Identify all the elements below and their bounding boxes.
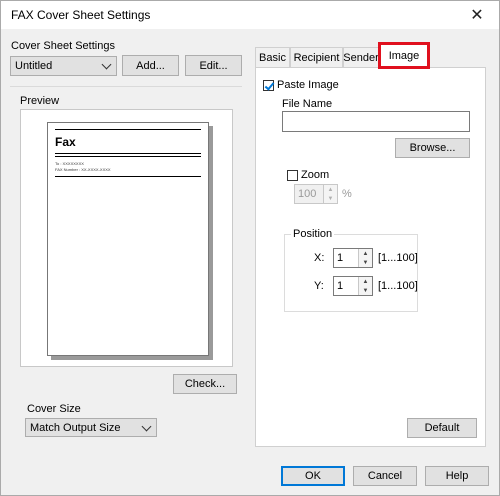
x-spin-buttons[interactable]: ▲ ▼ bbox=[358, 249, 372, 267]
page-rule bbox=[55, 176, 201, 177]
default-button[interactable]: Default bbox=[407, 418, 477, 438]
y-range: [1...100] bbox=[378, 280, 418, 292]
zoom-stepper[interactable]: 100 ▲ ▼ bbox=[294, 184, 338, 204]
zoom-checkbox[interactable] bbox=[287, 170, 298, 181]
x-stepper[interactable]: 1 ▲ ▼ bbox=[333, 248, 373, 268]
check-button[interactable]: Check... bbox=[173, 374, 237, 394]
preview-line-to: To : XXXXXXXX bbox=[55, 161, 84, 166]
preview-line-fax: FAX Number : XX-XXXX-XXXX bbox=[55, 167, 111, 172]
image-tab-panel: Paste Image File Name Browse... Zoom 100… bbox=[255, 67, 486, 447]
zoom-unit: % bbox=[342, 188, 352, 200]
preview-label: Preview bbox=[20, 95, 60, 107]
cover-size-label: Cover Size bbox=[27, 403, 81, 415]
help-button[interactable]: Help bbox=[425, 466, 489, 486]
cancel-button[interactable]: Cancel bbox=[353, 466, 417, 486]
y-value: 1 bbox=[337, 280, 344, 292]
title-bar: FAX Cover Sheet Settings ✕ bbox=[1, 1, 499, 29]
add-button[interactable]: Add... bbox=[122, 55, 179, 76]
paste-image-checkbox[interactable] bbox=[263, 80, 274, 91]
cover-sheet-selected: Untitled bbox=[15, 60, 53, 72]
ok-button[interactable]: OK bbox=[281, 466, 345, 486]
browse-button[interactable]: Browse... bbox=[395, 138, 470, 158]
close-icon[interactable]: ✕ bbox=[455, 1, 499, 29]
preview-page: Fax To : XXXXXXXX FAX Number : XX-XXXX-X… bbox=[47, 122, 209, 356]
preview-area: Fax To : XXXXXXXX FAX Number : XX-XXXX-X… bbox=[20, 109, 233, 367]
position-group bbox=[284, 234, 418, 312]
file-name-input[interactable] bbox=[282, 111, 470, 132]
x-range: [1...100] bbox=[378, 252, 418, 264]
spin-up-icon[interactable]: ▲ bbox=[359, 277, 372, 286]
chevron-down-icon bbox=[101, 59, 112, 70]
edit-button[interactable]: Edit... bbox=[185, 55, 242, 76]
dialog-window: FAX Cover Sheet Settings ✕ Cover Sheet S… bbox=[0, 0, 500, 496]
cover-sheet-settings-label: Cover Sheet Settings bbox=[11, 40, 115, 52]
tab-basic[interactable]: Basic bbox=[255, 47, 290, 67]
zoom-spin-buttons[interactable]: ▲ ▼ bbox=[323, 185, 337, 203]
chevron-down-icon bbox=[141, 421, 152, 431]
tab-sender[interactable]: Sender bbox=[343, 47, 379, 67]
spin-down-icon[interactable]: ▼ bbox=[324, 194, 337, 203]
cover-size-selected: Match Output Size bbox=[30, 421, 121, 434]
cover-size-select[interactable]: Match Output Size bbox=[25, 418, 157, 437]
file-name-label: File Name bbox=[282, 98, 333, 110]
tab-recipient[interactable]: Recipient bbox=[290, 47, 343, 67]
preview-page-title: Fax bbox=[55, 135, 76, 149]
y-stepper[interactable]: 1 ▲ ▼ bbox=[333, 276, 373, 296]
paste-image-label: Paste Image bbox=[277, 79, 339, 91]
cover-sheet-select[interactable]: Untitled bbox=[10, 56, 117, 76]
y-label: Y: bbox=[314, 280, 324, 292]
divider bbox=[10, 86, 242, 87]
zoom-value: 100 bbox=[298, 188, 317, 200]
spin-down-icon[interactable]: ▼ bbox=[359, 258, 372, 267]
x-value: 1 bbox=[337, 252, 344, 264]
position-label: Position bbox=[291, 228, 335, 240]
tab-image[interactable]: Image bbox=[378, 42, 430, 69]
spin-up-icon[interactable]: ▲ bbox=[324, 185, 337, 194]
window-title: FAX Cover Sheet Settings bbox=[11, 8, 151, 22]
y-spin-buttons[interactable]: ▲ ▼ bbox=[358, 277, 372, 295]
x-label: X: bbox=[314, 252, 325, 264]
page-rule bbox=[55, 156, 201, 157]
zoom-label: Zoom bbox=[301, 169, 330, 181]
spin-up-icon[interactable]: ▲ bbox=[359, 249, 372, 258]
page-rule bbox=[55, 129, 201, 130]
spin-down-icon[interactable]: ▼ bbox=[359, 286, 372, 295]
page-rule bbox=[55, 153, 201, 154]
